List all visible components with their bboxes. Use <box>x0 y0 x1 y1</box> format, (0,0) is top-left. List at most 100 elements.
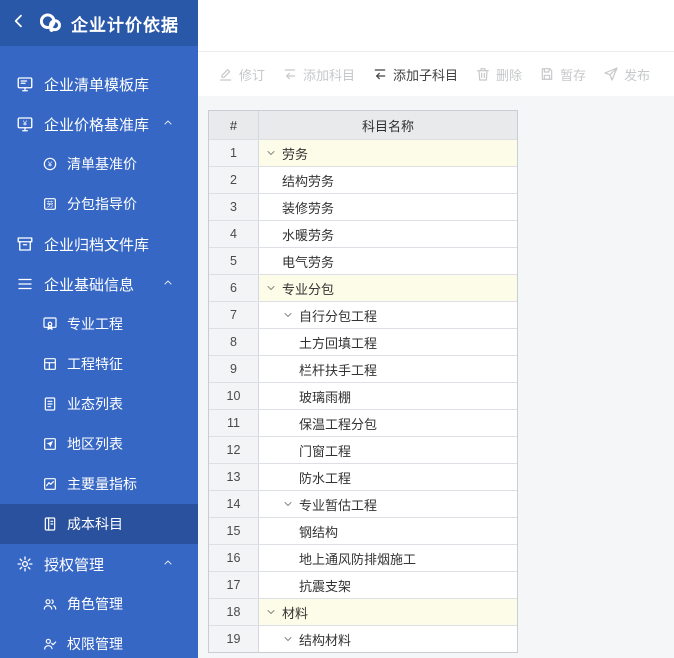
toolbar-button-0[interactable]: 修订 <box>218 65 265 84</box>
sidebar-item-7[interactable]: 工程特征 <box>0 344 198 384</box>
gear-icon <box>16 555 34 573</box>
subject-name: 土方回填工程 <box>299 333 377 352</box>
send-square-icon <box>42 436 58 452</box>
sidebar-item-0[interactable]: 企业清单模板库 <box>0 64 198 104</box>
table-row[interactable]: 10玻璃雨棚 <box>209 382 517 409</box>
chevron-down-icon[interactable] <box>282 633 294 645</box>
table-row[interactable]: 16地上通风防排烟施工 <box>209 544 517 571</box>
sidebar-item-label: 成本科目 <box>67 514 123 534</box>
table-row[interactable]: 19结构材料 <box>209 625 517 652</box>
cloud-logo-icon <box>37 10 64 37</box>
toolbar: 修订添加科目 添加子科目删除暂存发布 <box>198 52 674 96</box>
table-row[interactable]: 12 门窗工程 <box>209 436 517 463</box>
table-row[interactable]: 15钢结构 <box>209 517 517 544</box>
subject-name-cell: 保温工程分包 <box>259 410 517 436</box>
sidebar-item-5[interactable]: 企业基础信息 <box>0 264 198 304</box>
row-number: 8 <box>209 329 259 355</box>
subject-name-cell: 专业分包 <box>259 275 517 301</box>
sidebar-header: 企业计价依据 <box>0 0 198 46</box>
archive-icon <box>16 235 34 253</box>
chevron-down-icon[interactable] <box>282 309 294 321</box>
svg-text:劳: 劳 <box>47 200 54 209</box>
table-row[interactable]: 7自行分包工程 <box>209 301 517 328</box>
subject-name: 劳务 <box>282 144 308 163</box>
sidebar-item-13[interactable]: 角色管理 <box>0 584 198 624</box>
subject-name-cell: 防水工程 <box>259 464 517 490</box>
chevron-down-icon[interactable] <box>282 498 294 510</box>
sidebar-item-6[interactable]: 专业工程 <box>0 304 198 344</box>
edit-icon <box>218 66 234 82</box>
chevron-up-icon <box>162 276 174 293</box>
subject-name-cell: 自行分包工程 <box>259 302 517 328</box>
chevron-down-icon[interactable] <box>265 606 277 618</box>
subject-name-cell: 水暖劳务 <box>259 221 517 247</box>
user-check-icon <box>42 636 58 652</box>
subject-name: 材料 <box>282 603 308 622</box>
sidebar-item-label: 主要量指标 <box>67 474 137 494</box>
toolbar-button-4[interactable]: 暂存 <box>539 65 586 84</box>
chevron-down-icon[interactable] <box>265 147 277 159</box>
table-row[interactable]: 13防水工程 <box>209 463 517 490</box>
sidebar-item-11[interactable]: 成本科目 <box>0 504 198 544</box>
svg-text:¥: ¥ <box>48 160 53 169</box>
table-row[interactable]: 1劳务 <box>209 139 517 166</box>
subject-name: 门窗工程 <box>299 441 351 460</box>
row-number: 16 <box>209 545 259 571</box>
table-row[interactable]: 9栏杆扶手工程 <box>209 355 517 382</box>
sidebar-item-label: 企业基础信息 <box>44 274 134 295</box>
table-row[interactable]: 3装修劳务 <box>209 193 517 220</box>
sidebar-item-1[interactable]: ¥企业价格基准库 <box>0 104 198 144</box>
subject-name-cell: 抗震支架 <box>259 572 517 598</box>
subject-name-cell: 地上通风防排烟施工 <box>259 545 517 571</box>
save-icon <box>539 66 555 82</box>
row-number: 9 <box>209 356 259 382</box>
toolbar-button-2[interactable]: 添加子科目 <box>372 65 458 84</box>
subject-name-cell: 劳务 <box>259 140 517 166</box>
sidebar-item-8[interactable]: 业态列表 <box>0 384 198 424</box>
table-row[interactable]: 11保温工程分包 <box>209 409 517 436</box>
sidebar: 企业计价依据 企业清单模板库¥企业价格基准库¥清单基准价劳分包指导价企业归档文件… <box>0 0 198 658</box>
sidebar-item-3[interactable]: 劳分包指导价 <box>0 184 198 224</box>
menu-lines-icon <box>16 275 34 293</box>
subject-name: 水暖劳务 <box>282 225 334 244</box>
toolbar-button-3[interactable]: 删除 <box>475 65 522 84</box>
column-header-subject-name: 科目名称 <box>259 111 517 139</box>
sidebar-item-4[interactable]: 企业归档文件库 <box>0 224 198 264</box>
row-number: 14 <box>209 491 259 517</box>
subject-name: 玻璃雨棚 <box>299 387 351 406</box>
top-strip <box>198 0 674 52</box>
sidebar-item-14[interactable]: 权限管理 <box>0 624 198 658</box>
table-row[interactable]: 8 土方回填工程 <box>209 328 517 355</box>
table-row[interactable]: 4水暖劳务 <box>209 220 517 247</box>
ledger-icon <box>42 516 58 532</box>
sidebar-item-label: 权限管理 <box>67 634 123 654</box>
table-row[interactable]: 18材料 <box>209 598 517 625</box>
sidebar-item-9[interactable]: 地区列表 <box>0 424 198 464</box>
monitor-icon <box>16 75 34 93</box>
sidebar-item-12[interactable]: 授权管理 <box>0 544 198 584</box>
table-row[interactable]: 6专业分包 <box>209 274 517 301</box>
subject-name-cell: 栏杆扶手工程 <box>259 356 517 382</box>
toolbar-button-5[interactable]: 发布 <box>603 65 650 84</box>
row-number: 12 <box>209 437 259 463</box>
back-button[interactable] <box>8 12 30 34</box>
toolbar-button-label: 添加子科目 <box>393 65 458 84</box>
price-monitor-icon: ¥ <box>16 115 34 133</box>
table-row[interactable]: 2 结构劳务 <box>209 166 517 193</box>
sidebar-item-10[interactable]: 主要量指标 <box>0 464 198 504</box>
chevron-down-icon[interactable] <box>265 282 277 294</box>
subject-name: 结构劳务 <box>282 171 334 190</box>
subject-name: 电气劳务 <box>282 252 334 271</box>
subject-name: 防水工程 <box>299 468 351 487</box>
row-number: 2 <box>209 167 259 193</box>
subject-name: 装修劳务 <box>282 198 334 217</box>
monitor-award-icon <box>42 316 58 332</box>
document-lines-icon <box>42 396 58 412</box>
table-row[interactable]: 5电气劳务 <box>209 247 517 274</box>
sidebar-item-2[interactable]: ¥清单基准价 <box>0 144 198 184</box>
table-row[interactable]: 14专业暂估工程 <box>209 490 517 517</box>
main-panel: 修订添加科目添加子科目删除暂存发布 # 科目名称 1劳务2结构劳务3装修劳务4水… <box>198 0 674 658</box>
subject-name: 保温工程分包 <box>299 414 377 433</box>
table-row[interactable]: 17抗震支架 <box>209 571 517 598</box>
toolbar-button-1[interactable]: 添加科目 <box>282 65 355 84</box>
